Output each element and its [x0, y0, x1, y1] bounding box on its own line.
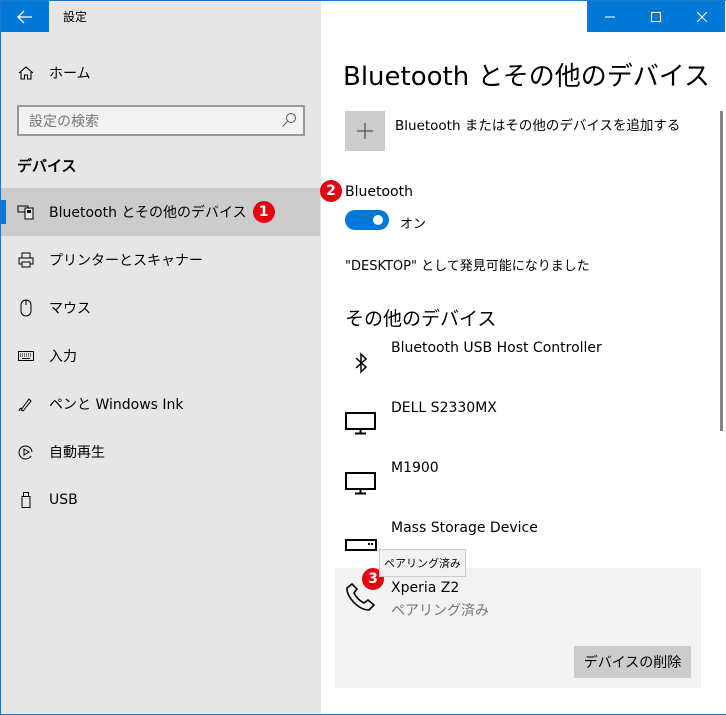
sidebar-item-label: ペンと Windows Ink — [49, 397, 184, 413]
home-icon — [17, 64, 35, 82]
device-name: Bluetooth USB Host Controller — [391, 340, 602, 356]
bluetooth-toggle[interactable] — [345, 210, 389, 230]
sidebar-item-label: プリンターとスキャナー — [49, 253, 203, 269]
back-button[interactable] — [1, 1, 49, 32]
search-input[interactable]: 設定の検索 — [17, 105, 305, 136]
usb-icon — [17, 491, 35, 509]
discoverable-text: "DESKTOP" として発見可能になりました — [345, 259, 590, 274]
home-label: ホーム — [49, 66, 91, 82]
sidebar-item-label: USB — [49, 492, 78, 508]
tooltip: ペアリング済み — [379, 549, 466, 577]
page-title: Bluetooth とその他のデバイス — [343, 62, 710, 92]
sidebar-item-bluetooth[interactable]: Bluetooth とその他のデバイス 1 — [1, 188, 320, 236]
sidebar-item-label: マウス — [49, 301, 91, 317]
annotation-badge-1: 1 — [252, 201, 275, 223]
bluetooth-icon — [343, 348, 379, 378]
device-name: Mass Storage Device — [391, 520, 538, 536]
device-name: Xperia Z2 — [391, 580, 460, 596]
other-devices-title: その他のデバイス — [345, 308, 497, 330]
add-device-button[interactable] — [345, 111, 385, 151]
sidebar-item-typing[interactable]: 入力 — [1, 332, 320, 380]
bluetooth-devices-icon — [17, 203, 35, 221]
bluetooth-toggle-state: オン — [400, 217, 427, 232]
autoplay-icon — [17, 443, 35, 461]
device-item-selected[interactable]: Xperia Z2 ペアリング済み — [343, 580, 703, 638]
device-name: M1900 — [391, 460, 439, 476]
bluetooth-label: Bluetooth — [345, 184, 413, 200]
device-item[interactable]: Bluetooth USB Host Controller — [343, 340, 703, 398]
monitor-icon — [343, 468, 379, 498]
close-button[interactable] — [679, 1, 725, 32]
sidebar-item-label: 自動再生 — [49, 445, 105, 461]
app-title: 設定 — [63, 10, 88, 24]
annotation-badge-2: 2 — [320, 180, 342, 202]
search-icon — [281, 112, 297, 132]
plus-icon — [357, 123, 373, 139]
maximize-icon — [651, 11, 661, 22]
device-item[interactable]: DELL S2330MX — [343, 400, 703, 458]
maximize-button[interactable] — [633, 1, 679, 32]
minimize-icon — [605, 16, 615, 17]
storage-icon — [343, 530, 379, 560]
device-status: ペアリング済み — [391, 603, 489, 619]
sidebar-item-usb[interactable]: USB — [1, 476, 320, 524]
remove-device-button[interactable]: デバイスの削除 — [574, 646, 691, 678]
sidebar-item-printers[interactable]: プリンターとスキャナー — [1, 236, 320, 284]
sidebar-item-label: 入力 — [49, 349, 77, 365]
sidebar-item-pen[interactable]: ペンと Windows Ink — [1, 380, 320, 428]
pen-icon — [17, 395, 35, 413]
sidebar-item-autoplay[interactable]: 自動再生 — [1, 428, 320, 476]
sidebar-item-label: Bluetooth とその他のデバイス — [49, 205, 247, 221]
sidebar-item-home[interactable]: ホーム — [1, 49, 320, 97]
section-title-devices: デバイス — [17, 157, 77, 175]
printer-icon — [17, 251, 35, 269]
search-placeholder: 設定の検索 — [29, 113, 99, 130]
add-device-label[interactable]: Bluetooth またはその他のデバイスを追加する — [395, 114, 680, 134]
window-controls — [587, 1, 725, 32]
monitor-icon — [343, 408, 379, 438]
scrollbar[interactable] — [720, 111, 723, 431]
minimize-button[interactable] — [587, 1, 633, 32]
keyboard-icon — [17, 347, 35, 365]
mouse-icon — [17, 299, 35, 317]
back-arrow-icon — [17, 10, 32, 23]
device-item[interactable]: M1900 — [343, 460, 703, 518]
close-icon — [697, 11, 707, 22]
device-name: DELL S2330MX — [391, 400, 497, 416]
sidebar-item-mouse[interactable]: マウス — [1, 284, 320, 332]
